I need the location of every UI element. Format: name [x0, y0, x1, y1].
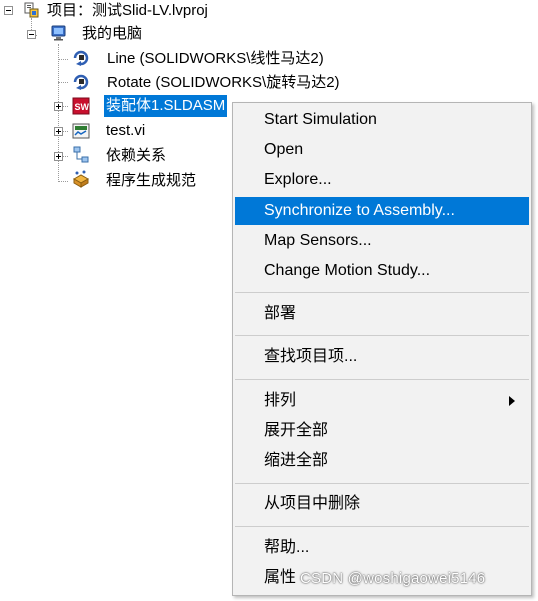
tree-line: [58, 82, 68, 83]
collapse-toggle[interactable]: [4, 6, 13, 15]
menu-item-open[interactable]: Open: [235, 136, 529, 164]
menu-separator: [235, 526, 529, 527]
menu-item-map-sensors[interactable]: Map Sensors...: [235, 227, 529, 255]
menu-item-find-project-items[interactable]: 查找项目项...: [235, 343, 529, 371]
tree-line: [63, 106, 68, 107]
tree-line: [58, 44, 59, 182]
tree-item-label: Rotate (SOLIDWORKS\旋转马达2): [107, 74, 340, 91]
menu-separator: [235, 483, 529, 484]
tree-item-project[interactable]: 项目：测试Slid-LV.lvproj: [45, 0, 210, 22]
menu-item-deploy[interactable]: 部署: [235, 300, 529, 328]
dependencies-icon: [73, 146, 89, 163]
vi-icon: [72, 123, 90, 139]
tree-item-label: test.vi: [106, 122, 146, 139]
tree-item-label: 依赖关系: [106, 147, 167, 164]
tree-line: [63, 156, 68, 157]
tree-item-rotate[interactable]: Rotate (SOLIDWORKS\旋转马达2): [105, 72, 342, 94]
tree-item-label: Line (SOLIDWORKS\线性马达2): [107, 50, 324, 67]
tree-item-assembly[interactable]: 装配体1.SLDASM: [104, 95, 228, 117]
tree-line: [63, 131, 68, 132]
expand-toggle[interactable]: [54, 152, 63, 161]
menu-item-explore[interactable]: Explore...: [235, 166, 529, 194]
tree-item-computer[interactable]: 我的电脑: [80, 23, 144, 45]
context-menu: Start Simulation Open Explore... Synchro…: [232, 102, 532, 596]
menu-item-collapse-all[interactable]: 缩进全部: [235, 447, 529, 475]
tree-item-label: 程序生成规范: [106, 172, 197, 189]
tree-item-label: 装配体1.SLDASM: [104, 95, 228, 117]
menu-item-expand-all[interactable]: 展开全部: [235, 417, 529, 445]
tree-line: [58, 59, 68, 60]
computer-icon: [51, 25, 66, 41]
tree-item-build-specs[interactable]: 程序生成规范: [104, 170, 198, 192]
menu-separator: [235, 335, 529, 336]
menu-separator: [235, 379, 529, 380]
menu-separator: [235, 292, 529, 293]
project-icon: [24, 2, 39, 18]
motor-icon: [73, 74, 89, 90]
tree-item-label: 项目：测试Slid-LV.lvproj: [47, 2, 208, 19]
tree-line: [58, 181, 68, 182]
svg-text:SW: SW: [75, 102, 90, 112]
motor-icon: [73, 50, 89, 66]
submenu-arrow-icon: [509, 396, 515, 406]
collapse-toggle[interactable]: [27, 30, 36, 39]
expand-toggle[interactable]: [54, 102, 63, 111]
menu-item-change-motion-study[interactable]: Change Motion Study...: [235, 257, 529, 285]
build-spec-icon: [72, 170, 90, 188]
solidworks-icon: SW: [72, 97, 90, 115]
menu-item-help[interactable]: 帮助...: [235, 534, 529, 562]
tree-item-line[interactable]: Line (SOLIDWORKS\线性马达2): [105, 48, 326, 70]
menu-item-arrange[interactable]: 排列: [235, 387, 529, 415]
expand-toggle[interactable]: [54, 127, 63, 136]
menu-item-synchronize[interactable]: Synchronize to Assembly...: [235, 197, 529, 225]
watermark: CSDN @woshigaowei5146: [300, 570, 486, 587]
tree-item-test-vi[interactable]: test.vi: [104, 120, 147, 142]
tree-item-dependencies[interactable]: 依赖关系: [104, 145, 168, 167]
screenshot-stage: 项目：测试Slid-LV.lvproj 我的电脑 Line (SOLIDWORK…: [0, 0, 538, 601]
tree-item-label: 我的电脑: [82, 25, 143, 42]
menu-item-start-simulation[interactable]: Start Simulation: [235, 106, 529, 134]
menu-item-remove-from-project[interactable]: 从项目中删除: [235, 490, 529, 518]
menu-item-label: 排列: [264, 392, 297, 409]
